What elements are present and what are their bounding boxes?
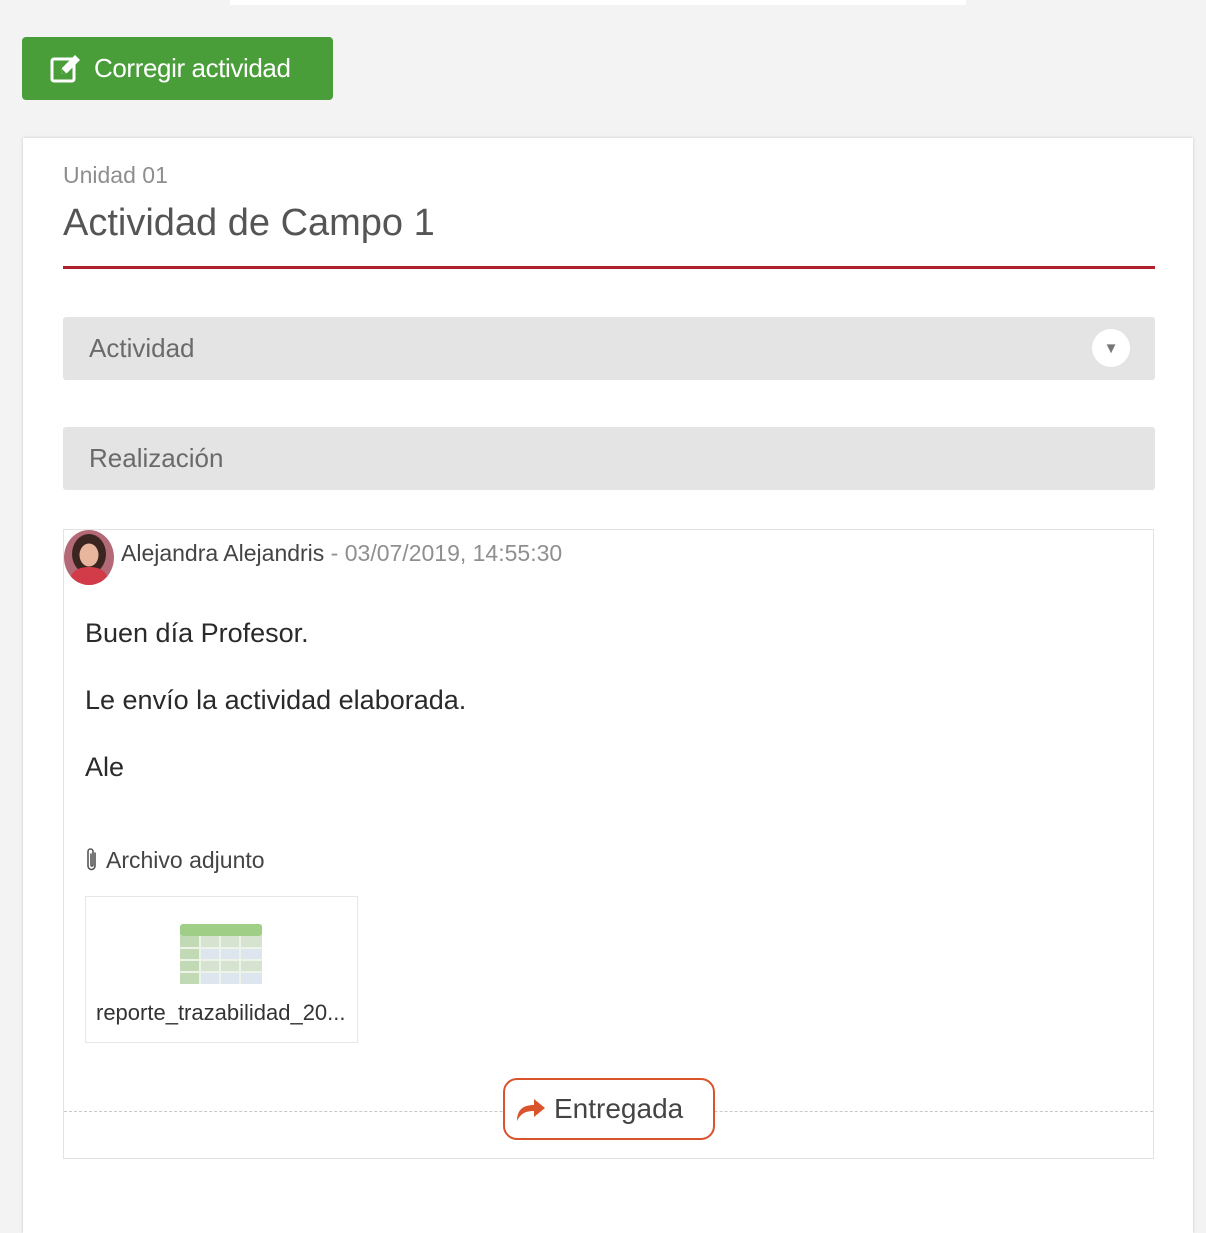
unit-label: Unidad 01 <box>63 162 168 188</box>
author-name: Alejandra Alejandris <box>121 540 325 566</box>
realization-section-label: Realización <box>89 443 224 473</box>
title-underline <box>63 266 1155 269</box>
spreadsheet-icon <box>180 924 262 984</box>
message-line: Ale <box>85 752 125 782</box>
realization-section-header: Realización <box>63 427 1155 490</box>
share-arrow-icon <box>514 1094 548 1124</box>
activity-section-header[interactable]: Actividad ▼ <box>63 317 1155 380</box>
correct-activity-label: Corregir actividad <box>94 53 291 83</box>
top-strip <box>230 0 966 5</box>
status-label: Entregada <box>554 1093 684 1124</box>
paperclip-icon <box>84 846 100 874</box>
attachment-file-card[interactable]: reporte_trazabilidad_20... <box>85 896 358 1043</box>
correct-activity-button[interactable]: Corregir actividad <box>22 37 333 100</box>
post-header: Alejandra Alejandris - 03/07/2019, 14:55… <box>121 540 562 567</box>
activity-title: Actividad de Campo 1 <box>63 202 435 244</box>
avatar <box>64 530 114 585</box>
edit-icon <box>49 52 83 86</box>
attachment-label-text: Archivo adjunto <box>106 846 265 873</box>
attachment-filename: reporte_trazabilidad_20... <box>96 1000 346 1025</box>
expand-toggle-icon[interactable]: ▼ <box>1092 329 1130 367</box>
post-timestamp: 03/07/2019, 14:55:30 <box>344 540 563 566</box>
message-line: Le envío la actividad elaborada. <box>85 685 467 715</box>
post-separator: - <box>324 540 345 566</box>
submission-post: Alejandra Alejandris - 03/07/2019, 14:55… <box>63 529 1154 1159</box>
activity-card: Unidad 01 Actividad de Campo 1 Actividad… <box>23 138 1193 1233</box>
message-line: Buen día Profesor. <box>85 618 309 648</box>
status-badge: Entregada <box>503 1078 715 1140</box>
attachment-label: Archivo adjunto <box>84 846 265 874</box>
activity-section-label: Actividad <box>89 333 195 363</box>
